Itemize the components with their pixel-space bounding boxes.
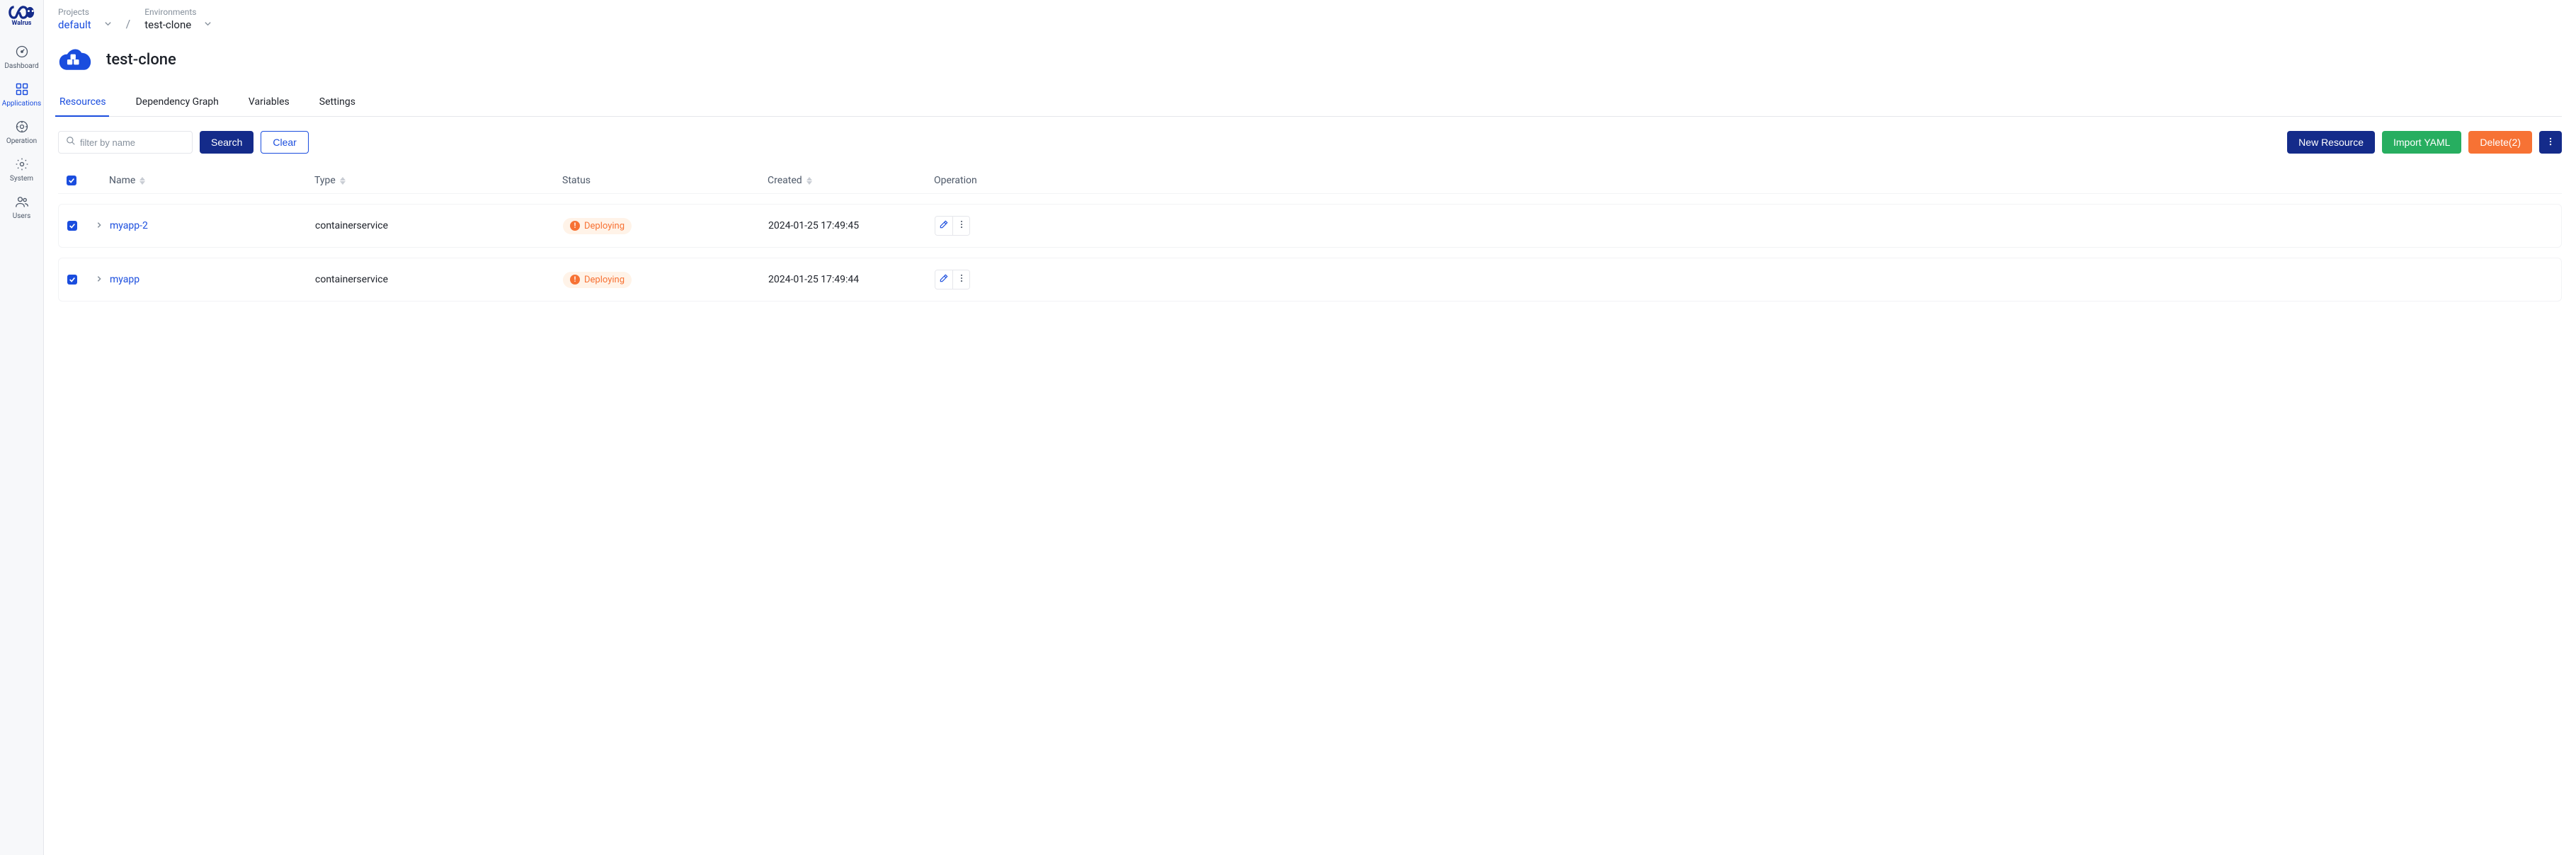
status-badge: ! Deploying — [563, 218, 632, 234]
breadcrumb-environments-label: Environments — [144, 7, 212, 17]
sidebar-item-label: Applications — [2, 100, 41, 108]
edit-button[interactable] — [935, 217, 952, 235]
users-icon — [14, 194, 30, 210]
created-timestamp: 2024-01-25 17:49:45 — [768, 220, 859, 231]
chevron-down-icon[interactable] — [104, 19, 112, 30]
delete-button[interactable]: Delete(2) — [2468, 131, 2532, 154]
sidebar-item-label: Operation — [6, 137, 37, 145]
column-created-header[interactable]: Created — [768, 175, 802, 186]
dashboard-icon — [14, 44, 30, 59]
column-type-header[interactable]: Type — [314, 175, 336, 186]
sidebar-item-system[interactable]: System — [2, 149, 42, 187]
status-warning-icon: ! — [570, 221, 580, 231]
clear-button[interactable]: Clear — [261, 131, 308, 154]
tab-variables[interactable]: Variables — [247, 96, 290, 116]
more-vertical-icon — [957, 273, 967, 286]
row-more-button[interactable] — [952, 217, 969, 235]
created-timestamp: 2024-01-25 17:49:44 — [768, 274, 859, 285]
tabs: Resources Dependency Graph Variables Set… — [58, 96, 2562, 117]
row-more-button[interactable] — [952, 270, 969, 289]
status-badge: ! Deploying — [563, 272, 632, 288]
search-button[interactable]: Search — [200, 131, 253, 154]
sidebar-item-users[interactable]: Users — [2, 187, 42, 224]
column-status-header: Status — [562, 175, 591, 186]
select-all-checkbox[interactable] — [67, 176, 76, 185]
breadcrumb-projects-value[interactable]: default — [58, 18, 91, 31]
edit-icon — [939, 219, 949, 232]
breadcrumb: Projects default / Environments test-clo… — [58, 7, 2562, 31]
tab-resources[interactable]: Resources — [58, 96, 106, 116]
breadcrumb-projects[interactable]: Projects default — [58, 7, 112, 31]
environment-icon — [58, 47, 92, 72]
sort-icon[interactable] — [139, 177, 145, 185]
filter-input[interactable] — [80, 137, 185, 148]
edit-icon — [939, 273, 949, 286]
brand-logo[interactable]: Walrus — [5, 6, 39, 27]
more-vertical-icon — [957, 219, 967, 232]
column-operation-header: Operation — [934, 175, 977, 186]
main-content: Projects default / Environments test-clo… — [44, 0, 2576, 855]
page-title-row: test-clone — [58, 47, 2562, 72]
tab-settings[interactable]: Settings — [318, 96, 355, 116]
resource-type: containerservice — [315, 274, 388, 285]
breadcrumb-projects-label: Projects — [58, 7, 112, 17]
toolbar: Search Clear New Resource Import YAML De… — [58, 131, 2562, 154]
sidebar-item-operation[interactable]: Operation — [2, 112, 42, 149]
row-operations — [935, 270, 970, 289]
row-operations — [935, 216, 970, 236]
status-text: Deploying — [584, 275, 625, 285]
resource-name-link[interactable]: myapp — [110, 274, 139, 285]
more-vertical-icon — [2546, 137, 2555, 149]
sidebar-item-label: System — [10, 175, 33, 183]
brand-text: Walrus — [12, 20, 32, 27]
sidebar: Walrus Dashboard A — [0, 0, 44, 855]
resource-name-link[interactable]: myapp-2 — [110, 220, 148, 231]
table-header: Name Type Status — [58, 168, 2562, 194]
more-actions-button[interactable] — [2539, 131, 2562, 154]
row-checkbox[interactable] — [67, 221, 77, 231]
table-row: myapp-2 containerservice ! Deploying 202… — [58, 204, 2562, 248]
column-name-header[interactable]: Name — [109, 175, 135, 186]
breadcrumb-separator: / — [126, 17, 131, 31]
sidebar-item-label: Users — [13, 212, 31, 220]
search-icon — [66, 136, 76, 149]
status-text: Deploying — [584, 221, 625, 231]
new-resource-button[interactable]: New Resource — [2287, 131, 2375, 154]
walrus-icon — [8, 6, 36, 19]
applications-icon — [14, 81, 30, 97]
sidebar-item-dashboard[interactable]: Dashboard — [2, 37, 42, 74]
filter-input-wrapper[interactable] — [58, 131, 193, 154]
sort-icon[interactable] — [340, 177, 346, 185]
row-checkbox[interactable] — [67, 275, 77, 285]
table-row: myapp containerservice ! Deploying 2024-… — [58, 258, 2562, 302]
sort-icon[interactable] — [807, 177, 812, 185]
sidebar-item-applications[interactable]: Applications — [2, 74, 42, 112]
resource-type: containerservice — [315, 220, 388, 231]
expand-row-icon[interactable] — [96, 274, 103, 285]
edit-button[interactable] — [935, 270, 952, 289]
expand-row-icon[interactable] — [96, 220, 103, 231]
breadcrumb-environments[interactable]: Environments test-clone — [144, 7, 212, 31]
tab-dependency-graph[interactable]: Dependency Graph — [135, 96, 219, 116]
page-title: test-clone — [106, 51, 176, 69]
sidebar-item-label: Dashboard — [4, 62, 38, 70]
import-yaml-button[interactable]: Import YAML — [2382, 131, 2461, 154]
chevron-down-icon[interactable] — [204, 19, 212, 30]
breadcrumb-environments-value[interactable]: test-clone — [144, 18, 191, 31]
system-icon — [14, 156, 30, 172]
status-warning-icon: ! — [570, 275, 580, 285]
operation-icon — [14, 119, 30, 134]
